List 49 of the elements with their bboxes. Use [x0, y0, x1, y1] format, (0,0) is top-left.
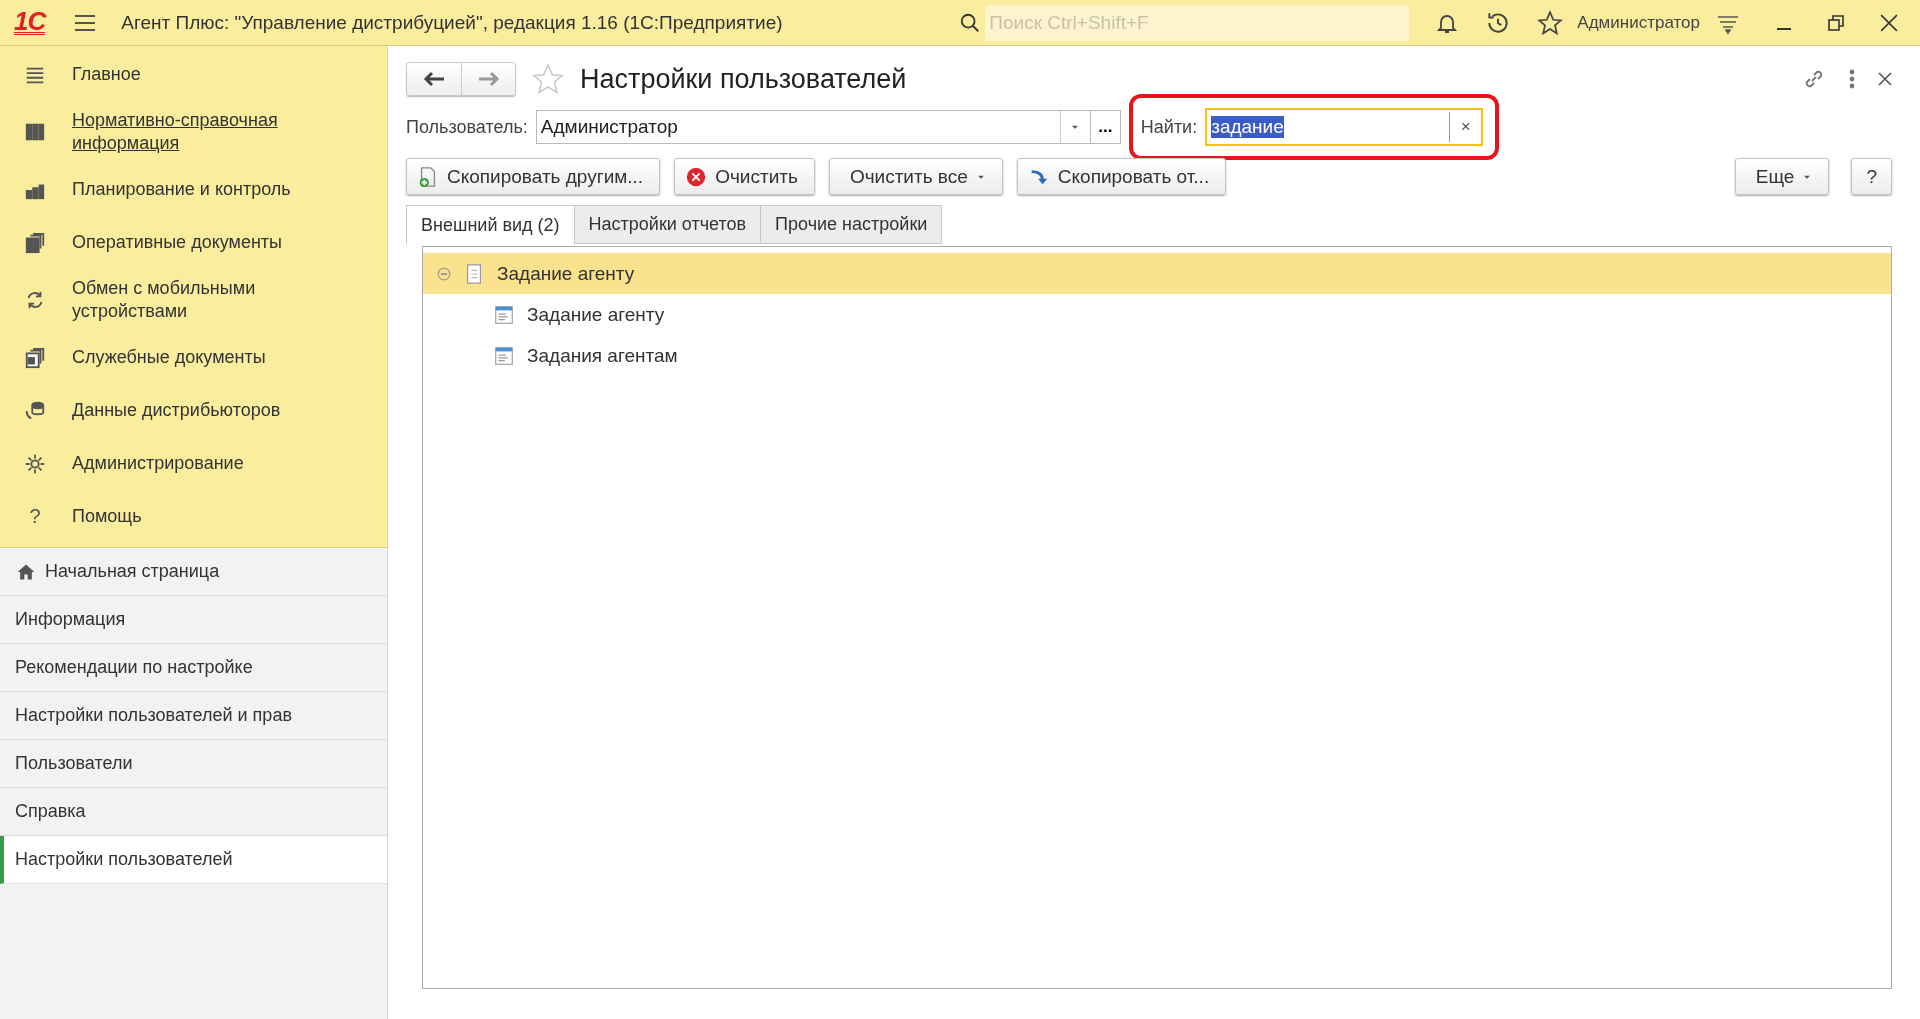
search-icon — [959, 11, 982, 34]
section-link[interactable]: Данные дистрибьюторов — [0, 384, 387, 437]
section-link[interactable]: Администрирование — [0, 437, 387, 490]
section-link[interactable]: Нормативно-справочная информация — [0, 101, 387, 163]
logo[interactable]: 1С — [14, 10, 46, 35]
close-icon[interactable] — [1878, 72, 1892, 86]
open-window-tab[interactable]: Настройки пользователей — [0, 836, 387, 884]
field-label: Пользователь: — [406, 116, 528, 138]
documents-icon — [24, 346, 46, 369]
select-button[interactable]: ... — [1090, 110, 1121, 144]
tab[interactable]: Прочие настройки — [760, 205, 943, 244]
columns-icon — [24, 121, 46, 143]
more-button[interactable]: Еще — [1734, 158, 1830, 195]
tree-item-label: Задание агенту — [527, 303, 665, 326]
user-field[interactable]: Администратор — [535, 110, 1091, 144]
toolbar-button[interactable]: Очистить все — [828, 158, 1003, 195]
user-name[interactable]: Администратор — [1577, 12, 1700, 33]
section-link[interactable]: Планирование и контроль — [0, 163, 387, 216]
section-link[interactable]: Главное — [0, 48, 387, 101]
help-glyph: ? — [28, 505, 42, 528]
arrow-right-icon — [477, 71, 500, 87]
close-icon — [685, 165, 708, 188]
section-link[interactable]: ? Помощь — [0, 490, 387, 543]
more-icon[interactable] — [1848, 69, 1856, 89]
form-title: Настройки пользователей — [580, 63, 907, 95]
tab[interactable]: Внешний вид (2) — [406, 205, 575, 244]
star-icon[interactable] — [530, 62, 566, 96]
section-link[interactable]: Обмен с мобильными устройствами — [0, 269, 387, 331]
window-title: Агент Плюс: "Управление дистрибуцией", редакция 1.16 (1С:Предприятие) — [121, 11, 783, 34]
help-button[interactable]: ? — [1851, 158, 1892, 195]
tree-item-label: Задания агентам — [527, 344, 678, 367]
field-label: Найти: — [1140, 116, 1198, 138]
find-field[interactable]: задание × — [1205, 108, 1484, 146]
clear-button[interactable]: × — [1449, 112, 1482, 142]
tree-item-label: Задание агенту — [497, 262, 635, 285]
section-link[interactable]: Служебные документы — [0, 331, 387, 384]
toolbar-button[interactable]: Очистить — [674, 158, 815, 195]
tree-row[interactable]: Задание агенту — [423, 294, 1891, 335]
database-icon — [24, 399, 46, 422]
toolbar-button[interactable]: Скопировать другим... — [406, 158, 661, 195]
section-link[interactable]: Оперативные документы — [0, 216, 387, 269]
arrow-left-icon — [423, 71, 445, 87]
form-icon — [493, 303, 515, 326]
toolbar-button[interactable]: Скопировать от... — [1016, 158, 1227, 195]
form-icon — [493, 344, 515, 367]
tree-row[interactable]: Задания агентам — [423, 335, 1891, 376]
tree-row[interactable]: Задание агенту — [423, 253, 1891, 294]
tab[interactable]: Настройки отчетов — [573, 205, 762, 244]
documents-icon — [24, 231, 46, 254]
